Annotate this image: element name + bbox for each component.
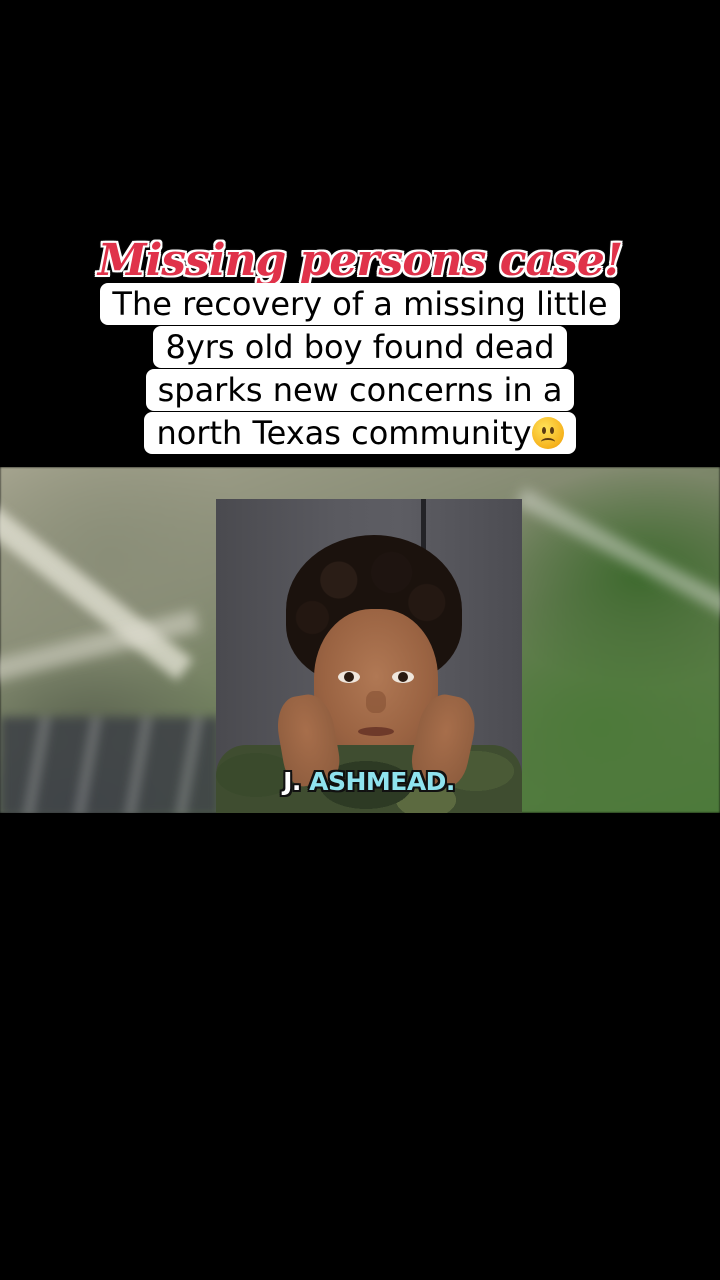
slightly-frowning-face-icon	[531, 417, 564, 449]
headline-title: Missing persons case!	[97, 235, 623, 286]
caption-line-3: sparks new concerns in a	[0, 369, 720, 412]
video-frame[interactable]: J. ASHMEAD.	[0, 467, 720, 813]
name-caption-initial: J.	[283, 767, 301, 796]
aerial-rooftops	[0, 717, 220, 813]
caption-line-2: 8yrs old boy found dead	[0, 326, 720, 369]
caption-line-1: The recovery of a missing little	[0, 283, 720, 326]
video-screen[interactable]: Missing persons case! The recovery of a …	[0, 0, 720, 1280]
name-caption-last: ASHMEAD.	[309, 767, 455, 796]
headline: Missing persons case!	[0, 236, 720, 286]
caption-block: The recovery of a missing little 8yrs ol…	[0, 283, 720, 455]
name-caption: J. ASHMEAD.	[216, 767, 522, 797]
boy-photo: J. ASHMEAD.	[216, 499, 522, 813]
caption-line-4: north Texas community	[0, 412, 720, 455]
